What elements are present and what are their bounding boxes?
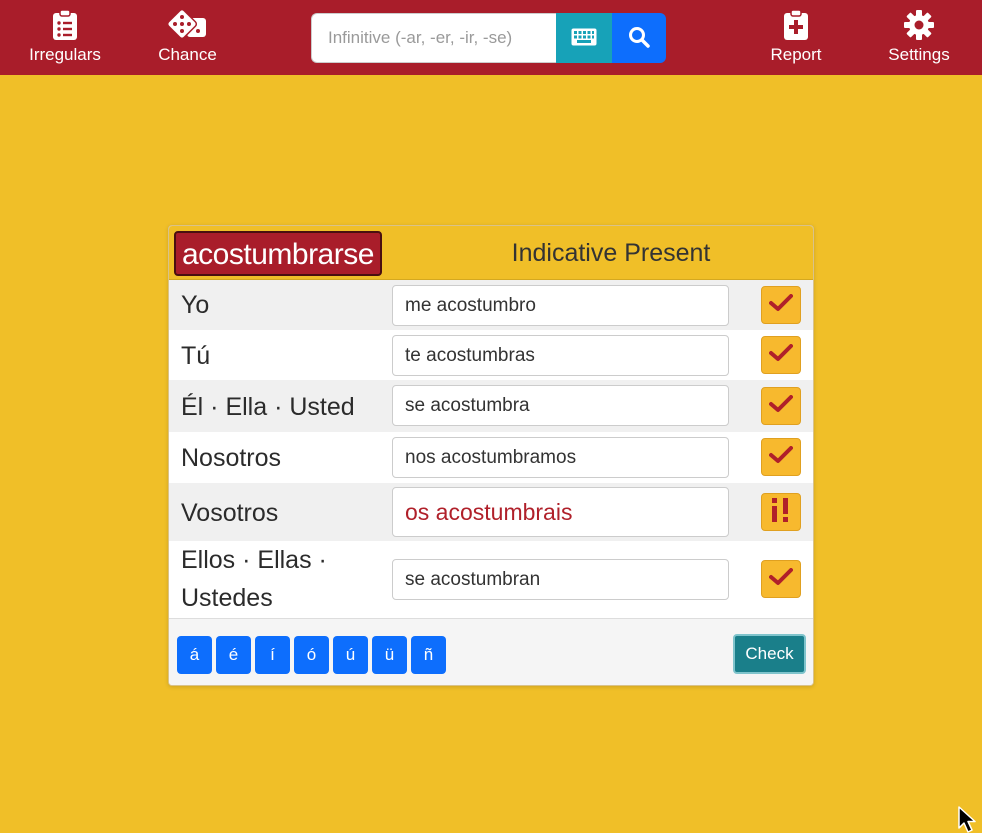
conjugation-row-ellos: Ellos · Ellas · Ustedes — [169, 541, 813, 618]
nav-chance[interactable]: Chance — [145, 0, 230, 75]
clipboard-list-icon — [52, 8, 78, 42]
keyboard-icon — [571, 28, 597, 49]
checkmark-icon — [769, 343, 793, 367]
tense-title: Indicative Present — [511, 239, 711, 267]
gear-icon — [903, 8, 935, 42]
accent-keyboard: á é í ó ú ü ñ — [177, 636, 446, 674]
card-header: acostumbrarse Indicative Present — [169, 226, 813, 280]
status-button-nosotros[interactable] — [761, 438, 801, 476]
conjugation-row-tu: Tú — [169, 330, 813, 380]
pronoun-label: Vosotros — [181, 499, 279, 527]
nav-settings-label: Settings — [888, 45, 950, 64]
accent-key-e[interactable]: é — [216, 636, 251, 674]
answer-input-tu[interactable] — [392, 335, 729, 376]
answer-input-ellos[interactable] — [392, 559, 729, 600]
check-button[interactable]: Check — [733, 634, 806, 674]
answer-input-vosotros[interactable] — [392, 487, 729, 537]
accent-key-u-umlaut[interactable]: ü — [372, 636, 407, 674]
card-footer: á é í ó ú ü ñ Check — [169, 618, 813, 685]
nav-settings[interactable]: Settings — [877, 0, 961, 75]
pronoun-label-line2: Ustedes — [181, 584, 273, 612]
accent-key-u[interactable]: ú — [333, 636, 368, 674]
pronoun-label: Yo — [181, 291, 210, 319]
accent-key-n-tilde[interactable]: ñ — [411, 636, 446, 674]
status-button-vosotros[interactable] — [761, 493, 801, 531]
inverted-exclamation-icon — [769, 497, 793, 528]
checkmark-icon — [769, 394, 793, 418]
search-icon — [628, 26, 650, 51]
clipboard-plus-icon — [783, 8, 809, 42]
accent-key-i[interactable]: í — [255, 636, 290, 674]
pronoun-label: Nosotros — [181, 444, 282, 472]
checkmark-icon — [769, 445, 793, 469]
nav-irregulars-label: Irregulars — [29, 45, 101, 64]
nav-chance-label: Chance — [158, 45, 217, 64]
status-button-el[interactable] — [761, 387, 801, 425]
nav-irregulars[interactable]: Irregulars — [20, 0, 110, 75]
conjugation-row-vosotros: Vosotros — [169, 483, 813, 541]
nav-report[interactable]: Report — [755, 0, 837, 75]
conjugation-row-el: Él · Ella · Usted — [169, 380, 813, 432]
pronoun-label: Ellos · Ellas · — [181, 546, 327, 574]
status-button-tu[interactable] — [761, 336, 801, 374]
checkmark-icon — [769, 293, 793, 317]
accent-key-a[interactable]: á — [177, 636, 212, 674]
search-group — [311, 13, 666, 63]
conjugation-row-yo: Yo — [169, 280, 813, 330]
status-button-ellos[interactable] — [761, 560, 801, 598]
conjugation-card: acostumbrarse Indicative Present Yo Tú É… — [168, 225, 814, 686]
answer-input-nosotros[interactable] — [392, 437, 729, 478]
mouse-cursor-icon — [958, 806, 980, 833]
conjugation-row-nosotros: Nosotros — [169, 432, 813, 483]
status-button-yo[interactable] — [761, 286, 801, 324]
infinitive-search-input[interactable] — [311, 13, 556, 63]
pronoun-label: Él · Ella · Usted — [181, 393, 355, 421]
navbar: Irregulars Chance Infinitive (-ar, -er, … — [0, 0, 982, 75]
keyboard-button[interactable] — [556, 13, 612, 63]
pronoun-label: Tú — [181, 342, 211, 370]
search-button[interactable] — [612, 13, 666, 63]
accent-key-o[interactable]: ó — [294, 636, 329, 674]
checkmark-icon — [769, 567, 793, 591]
dice-icon — [166, 8, 209, 42]
verb-badge: acostumbrarse — [174, 231, 382, 276]
nav-report-label: Report — [770, 45, 822, 64]
answer-input-yo[interactable] — [392, 285, 729, 326]
answer-input-el[interactable] — [392, 385, 729, 426]
